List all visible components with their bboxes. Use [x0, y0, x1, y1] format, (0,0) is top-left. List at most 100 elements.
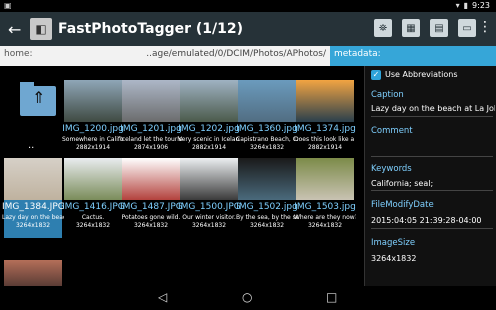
photo-thumb [296, 80, 354, 122]
thumbnail[interactable]: IMG_1500.JPG Our winter visitor. 3264x18… [178, 158, 240, 238]
photo-thumb [122, 158, 180, 200]
status-time: 9:23 [472, 1, 490, 10]
battery-icon: ▮ [463, 1, 469, 10]
filename: IMG_1202.jpg [178, 124, 240, 134]
metadata-label: metadata: [334, 49, 381, 59]
home-label: home: [4, 49, 33, 59]
toolbar: ⛯ ▦ ▤ ▭ [374, 19, 476, 37]
thumbnail[interactable]: IMG_1201.jpg Iceland let the tourist 287… [120, 80, 182, 151]
nav-bar: ◁ ○ □ [0, 286, 496, 310]
caption: Capistrano Beach, Cal [236, 136, 298, 143]
thumbnail[interactable]: IMG_1360.jpg Capistrano Beach, Cal 3264x… [236, 80, 298, 151]
caption: Our winter visitor. [182, 214, 236, 221]
caption-heading: Caption [371, 90, 404, 100]
app-title: FastPhotoTagger (1/12) [58, 21, 244, 37]
tag-icon[interactable]: ⛯ [374, 19, 392, 37]
nav-back-button[interactable]: ◁ [158, 290, 167, 304]
imagesize-heading: ImageSize [371, 238, 416, 248]
thumbnail-selected[interactable]: IMG_1384.JPG Lazy day on the beach 3264x… [2, 158, 64, 238]
filename: IMG_1502.jpg [236, 202, 298, 212]
photo-grid: ⇑ .. IMG_1200.jpg Somewhere in Califon 2… [0, 66, 364, 286]
divider [371, 228, 493, 229]
caption: Very scenic in Iceland [178, 136, 240, 143]
photo-thumb [180, 158, 238, 200]
caption: Iceland let the tourist [120, 136, 182, 143]
filename: IMG_1487.JPG [120, 202, 182, 212]
caption: Where are they now? [294, 214, 356, 221]
imagesize-value: 3264x1832 [371, 254, 417, 263]
app-icon: ◧ [30, 18, 52, 40]
photo-thumb [238, 158, 296, 200]
metadata-field[interactable]: metadata: [330, 46, 496, 66]
status-bar: ▣ ▾ ▮ 9:23 [0, 0, 496, 12]
filename: IMG_1503.jpg [294, 202, 356, 212]
use-abbreviations-label: Use Abbreviations [385, 70, 458, 79]
thumbnail-partial[interactable] [4, 260, 62, 286]
dimensions: 3264x1832 [133, 222, 169, 229]
dimensions: 3264x1832 [249, 222, 285, 229]
caption: Cactus. [81, 214, 105, 221]
dimensions: 3264x1832 [307, 222, 343, 229]
dimensions: 3264x1832 [75, 222, 111, 229]
thumbnail[interactable]: IMG_1374.jpg Does this look like a f 288… [294, 80, 356, 151]
action-bar: ← ◧ FastPhotoTagger (1/12) ⛯ ▦ ▤ ▭ ⋮ [0, 12, 496, 46]
overflow-icon[interactable]: ⋮ [478, 19, 492, 35]
thumbnail[interactable]: IMG_1502.jpg By the sea, by the sea 3264… [236, 158, 298, 238]
photo-thumb [296, 158, 354, 200]
filename: IMG_1500.JPG [178, 202, 240, 212]
caption: Lazy day on the beach [2, 214, 64, 221]
nav-home-button[interactable]: ○ [242, 290, 252, 304]
grid-icon[interactable]: ▦ [402, 19, 420, 37]
thumbnail[interactable]: IMG_1487.JPG Potatoes gone wild. 3264x18… [120, 158, 182, 238]
caption: Does this look like a f [294, 136, 356, 143]
photo-thumb [180, 80, 238, 122]
status-right: ▾ ▮ 9:23 [456, 1, 490, 10]
divider [371, 116, 493, 117]
dimensions: 2882x1914 [191, 144, 227, 151]
caption: Somewhere in Califon [62, 136, 124, 143]
nav-recents-button[interactable]: □ [326, 290, 337, 304]
filemodify-heading: FileModifyDate [371, 200, 434, 210]
dimensions: 3264x1832 [249, 144, 285, 151]
wifi-icon: ▾ [455, 1, 460, 10]
thumbnail[interactable]: IMG_1416.JPG Cactus. 3264x1832 [62, 158, 124, 238]
caption: Potatoes gone wild. [121, 214, 181, 221]
photo-thumb [122, 80, 180, 122]
thumbnail[interactable]: IMG_1503.jpg Where are they now? 3264x18… [294, 158, 356, 238]
checkbox-use-abbreviations[interactable]: ✓ [371, 70, 381, 80]
keywords-heading: Keywords [371, 164, 412, 174]
dimensions: 3264x1832 [15, 222, 51, 229]
divider [371, 190, 493, 191]
filemodify-value: 2015:04:05 21:39:28-04:00 [371, 216, 482, 225]
thumbnail[interactable]: IMG_1200.jpg Somewhere in Califon 2882x1… [62, 80, 124, 151]
dimensions: 2882x1914 [307, 144, 343, 151]
dimensions: 3264x1832 [191, 222, 227, 229]
keywords-value[interactable]: California; seal; [371, 179, 495, 188]
photo-thumb [238, 80, 296, 122]
image-icon: ▣ [4, 1, 12, 10]
filename: IMG_1416.JPG [62, 202, 124, 212]
back-arrow-icon[interactable]: ← [8, 20, 21, 39]
folder-up[interactable]: ⇑ .. [4, 76, 62, 151]
metadata-panel: ✓ Use Abbreviations Caption Lazy day on … [364, 66, 496, 286]
dimensions: 2874x1906 [133, 144, 169, 151]
thumbnail[interactable]: IMG_1202.jpg Very scenic in Iceland 2882… [178, 80, 240, 151]
caption: By the sea, by the sea [236, 214, 298, 221]
screen-icon[interactable]: ▭ [458, 19, 476, 37]
filename: IMG_1384.JPG [2, 202, 64, 212]
parent-folder-label: .. [28, 140, 35, 151]
filename: IMG_1360.jpg [236, 124, 298, 134]
photo-thumb [4, 158, 62, 200]
filename: IMG_1374.jpg [294, 124, 356, 134]
photo-thumb [64, 158, 122, 200]
photo-thumb [64, 80, 122, 122]
save-icon[interactable]: ▤ [430, 19, 448, 37]
path-field[interactable]: ..age/emulated/0/DCIM/Photos/APhotos/ [146, 49, 326, 59]
filename: IMG_1200.jpg [62, 124, 124, 134]
path-row: home: ..age/emulated/0/DCIM/Photos/APhot… [0, 46, 496, 66]
up-arrow-icon: ⇑ [32, 88, 46, 107]
comment-heading: Comment [371, 126, 413, 136]
divider [371, 156, 493, 157]
dimensions: 2882x1914 [75, 144, 111, 151]
caption-value[interactable]: Lazy day on the beach at La Jolla [371, 104, 495, 113]
